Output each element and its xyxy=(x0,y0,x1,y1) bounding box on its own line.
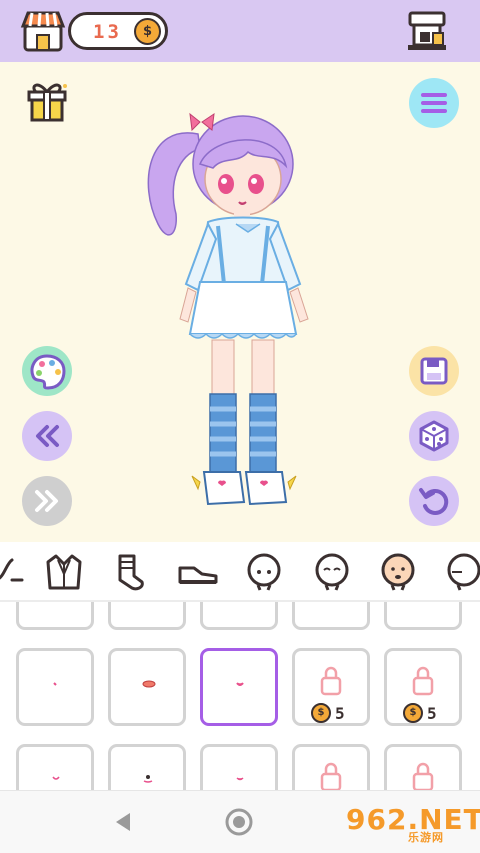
mouth-icon xyxy=(236,682,244,686)
item-tile[interactable] xyxy=(108,648,186,726)
item-tile[interactable] xyxy=(292,602,370,630)
item-tile[interactable] xyxy=(200,744,278,790)
coin-count: 13 xyxy=(93,21,122,43)
shoe-icon[interactable] xyxy=(176,550,220,594)
price-value: 5 xyxy=(427,703,437,723)
back-icon[interactable] xyxy=(110,808,138,836)
watermark-sub: 乐游网 xyxy=(408,831,444,844)
item-tile-selected[interactable] xyxy=(200,648,278,726)
category-strip[interactable] xyxy=(0,542,480,602)
rewind-icon xyxy=(36,425,59,447)
item-tile[interactable] xyxy=(16,602,94,630)
menu-icon xyxy=(421,93,447,113)
fast-forward-icon xyxy=(35,490,58,512)
item-tile[interactable] xyxy=(16,744,94,790)
palette-button[interactable] xyxy=(22,346,72,396)
mouth-icon xyxy=(236,777,244,781)
undo-button[interactable] xyxy=(409,476,459,526)
save-icon xyxy=(420,357,448,385)
locked-item-tile[interactable] xyxy=(384,744,462,790)
price-tag: $ 5 xyxy=(311,703,345,723)
head-blank-icon[interactable] xyxy=(242,550,286,594)
previous-look-button[interactable] xyxy=(22,411,72,461)
dice-icon xyxy=(419,420,449,452)
top-bar: 13 $ xyxy=(0,0,480,62)
dressup-stage xyxy=(0,62,480,542)
head-open-mouth-icon[interactable] xyxy=(376,550,420,594)
mouth-icon xyxy=(53,682,57,686)
item-tile[interactable] xyxy=(16,648,94,726)
coffee-machine-icon[interactable] xyxy=(404,8,450,54)
system-nav-bar: 962.NET 乐游网 xyxy=(0,790,480,853)
item-tile[interactable] xyxy=(108,744,186,790)
coin-icon: $ xyxy=(134,18,161,45)
sock-icon[interactable] xyxy=(106,550,150,594)
price-tag: $ 5 xyxy=(403,703,437,723)
lock-icon xyxy=(412,762,434,790)
mouth-icon xyxy=(52,776,60,780)
head-side-icon[interactable] xyxy=(442,550,480,594)
shoe-partial-icon[interactable] xyxy=(0,550,30,594)
locked-item-tile[interactable]: $ 5 xyxy=(384,648,462,726)
locked-item-tile[interactable] xyxy=(292,744,370,790)
mouth-icon xyxy=(142,680,156,688)
shop-icon[interactable] xyxy=(20,8,66,54)
mouth-icon xyxy=(143,775,153,783)
item-tile[interactable] xyxy=(200,602,278,630)
item-tile[interactable] xyxy=(108,602,186,630)
anime-character[interactable] xyxy=(128,94,328,514)
head-eyes-closed-icon[interactable] xyxy=(310,550,354,594)
coin-balance: 13 $ xyxy=(68,12,168,50)
item-grid: $ 5 $ 5 xyxy=(0,602,480,790)
home-icon[interactable] xyxy=(224,807,254,837)
menu-button[interactable] xyxy=(409,78,459,128)
coin-icon: $ xyxy=(403,703,423,723)
undo-icon xyxy=(419,488,449,515)
lock-icon xyxy=(320,762,342,790)
random-button[interactable] xyxy=(409,411,459,461)
watermark-logo: 962.NET 乐游网 xyxy=(338,801,480,847)
palette-icon xyxy=(30,354,66,390)
item-tile[interactable] xyxy=(384,602,462,630)
jacket-icon[interactable] xyxy=(42,550,86,594)
save-button[interactable] xyxy=(409,346,459,396)
coin-icon: $ xyxy=(311,703,331,723)
locked-item-tile[interactable]: $ 5 xyxy=(292,648,370,726)
price-value: 5 xyxy=(335,703,345,723)
next-look-button[interactable] xyxy=(22,476,72,526)
gift-icon[interactable] xyxy=(24,78,70,124)
